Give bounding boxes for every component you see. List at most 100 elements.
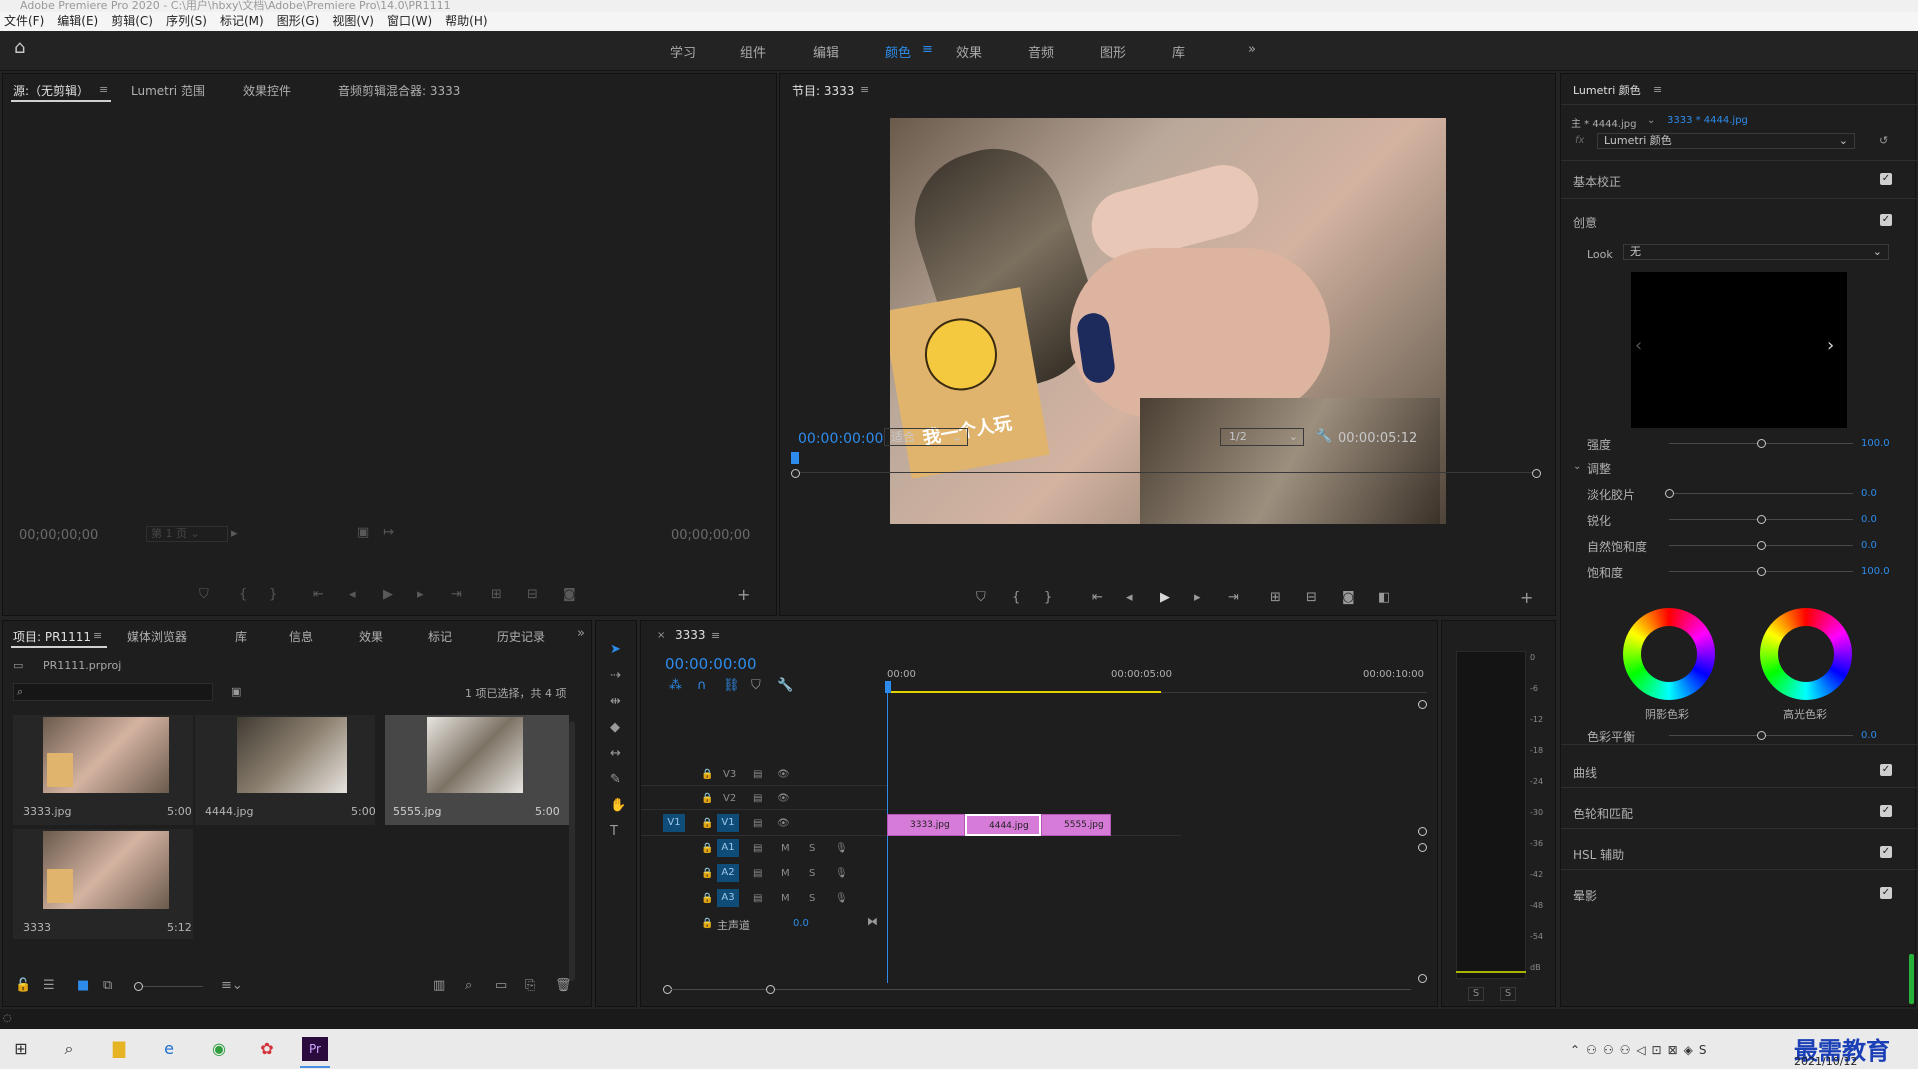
lock-icon[interactable]: 🔓 [15,979,31,993]
menu-edit[interactable]: 编辑(E) [57,14,98,28]
tab-lumetri-scopes[interactable]: Lumetri 范围 [131,82,205,99]
project-item-3333-sequence[interactable]: 3333 5:12 [13,829,193,939]
ripple-edit-tool-icon[interactable]: ⇹ [610,695,621,709]
menu-view[interactable]: 视图(V) [332,14,374,28]
clip-5555-jpg[interactable]: 5555.jpg [1041,814,1111,836]
menu-marker[interactable]: 标记(M) [220,14,264,28]
audio-scroll-bottom-handle[interactable] [1418,974,1427,983]
faded-film-slider[interactable] [1669,493,1853,494]
workspace-assembly[interactable]: 组件 [740,42,766,61]
solo-a3[interactable]: S [809,893,815,904]
voiceover-a1-icon[interactable]: 🎙 [835,843,848,854]
project-search-input[interactable] [13,683,213,701]
adjust-label[interactable]: 调整 [1587,460,1611,477]
eye-v1-icon[interactable]: 👁 [777,818,790,829]
master-track-end-icon[interactable]: ⧓ [867,915,878,929]
source-page-select[interactable]: 第 1 页 ⌄ [146,526,228,542]
thumbnail-size-slider[interactable] [143,986,203,987]
find-icon[interactable]: ⌕ [465,979,472,993]
tint-balance-knob[interactable] [1757,731,1766,740]
lumetri-scrollbar[interactable] [1909,954,1914,1004]
menu-file[interactable]: 文件(F) [4,14,44,28]
look-select[interactable]: 无 ⌄ [1623,244,1889,260]
tab-media-browser[interactable]: 媒体浏览器 [127,628,187,645]
menu-clip[interactable]: 剪辑(C) [111,14,153,28]
master-clip-dropdown-icon[interactable]: ⌄ [1647,114,1655,128]
sync-lock-a1-icon[interactable]: ▤ [753,843,762,854]
lock-track-v1-icon[interactable]: 🔒 [701,818,713,829]
program-panel-menu-icon[interactable]: ≡ [860,83,869,97]
checkbox-basic-correction[interactable]: ✓ [1880,173,1892,185]
source-mark-out-icon[interactable]: } [269,588,277,602]
tab-sequence[interactable]: 3333 [675,628,706,642]
tab-program[interactable]: 节目: 3333 [792,82,854,99]
new-bin-icon[interactable]: ▭ [495,979,507,993]
checkbox-curves[interactable]: ✓ [1880,764,1892,776]
meter-solo-right[interactable]: S [1500,987,1516,1001]
workspace-learn[interactable]: 学习 [670,42,696,61]
program-add-button-icon[interactable]: + [1520,590,1533,606]
voiceover-a3-icon[interactable]: 🎙 [835,893,848,904]
menu-graphics[interactable]: 图形(G) [277,14,320,28]
add-marker-icon[interactable]: ⛉ [976,591,986,605]
timeline-zoom-end-handle[interactable] [766,985,775,994]
windows-start-icon[interactable]: ⊞ [8,1037,34,1061]
lock-track-a3-icon[interactable]: 🔒 [701,893,713,904]
zoom-start-handle[interactable] [791,469,800,478]
checkbox-vignette[interactable]: ✓ [1880,887,1892,899]
saturation-knob[interactable] [1757,567,1766,576]
track-target-a2[interactable]: A2 [717,864,739,882]
video-scroll-bottom-handle[interactable] [1418,827,1427,836]
more-panels-icon[interactable]: » [577,627,585,641]
lock-master-icon[interactable]: 🔒 [701,918,713,929]
solo-a2[interactable]: S [809,868,815,879]
source-marker-icon[interactable]: ⛉ [199,588,209,602]
source-jog-icon[interactable]: ↦ [383,526,394,540]
tab-lumetri-color[interactable]: Lumetri 颜色 [1573,82,1641,98]
source-export-frame-icon[interactable]: ◙ [563,588,576,602]
wrench-icon[interactable]: 🔧 [1316,430,1332,444]
source-goto-out-icon[interactable]: ⇥ [451,588,462,602]
vibrance-knob[interactable] [1757,541,1766,550]
export-frame-icon[interactable]: ◙ [1342,591,1355,605]
project-panel-menu-icon[interactable]: ≡ [93,629,102,643]
faded-film-value[interactable]: 0.0 [1861,488,1877,499]
video-scroll-top-handle[interactable] [1418,700,1427,709]
slip-tool-icon[interactable]: ↔ [610,747,621,761]
shadow-tint-wheel[interactable] [1623,608,1715,700]
automate-to-sequence-icon[interactable]: ▥ [433,979,445,993]
track-target-a3[interactable]: A3 [717,889,739,907]
timeline-marker-icon[interactable]: ⛉ [751,679,761,693]
step-back-icon[interactable]: ◂ [1126,591,1133,605]
source-step-forward-icon[interactable]: ▸ [417,588,424,602]
menu-window[interactable]: 窗口(W) [387,14,432,28]
sharpen-value[interactable]: 0.0 [1861,514,1877,525]
system-tray-icons[interactable]: ⌃⚇⚇⚇◁⊡⊠◈S [1570,1043,1713,1057]
timeline-settings-icon[interactable]: 🔧 [777,679,793,693]
lock-track-a1-icon[interactable]: 🔒 [701,843,713,854]
section-creative[interactable]: 创意 [1573,214,1597,231]
mute-a3[interactable]: M [781,893,790,904]
section-hsl-secondary[interactable]: HSL 辅助 [1573,846,1624,863]
sequence-clip-label[interactable]: 3333 * 4444.jpg [1667,115,1748,126]
resolution-select[interactable]: 1/2 ⌄ [1220,428,1304,446]
panel-menu-icon[interactable]: ≡ [99,83,108,97]
voiceover-a2-icon[interactable]: 🎙 [835,868,848,879]
play-icon[interactable]: ▶ [1160,591,1170,605]
go-to-out-icon[interactable]: ⇥ [1228,591,1239,605]
source-mark-in-icon[interactable]: { [239,588,247,602]
source-overwrite-icon[interactable]: ⊟ [527,588,538,602]
go-to-in-icon[interactable]: ⇤ [1092,591,1103,605]
workspace-editing[interactable]: 编辑 [813,42,839,61]
sync-lock-v1-icon[interactable]: ▤ [753,818,762,829]
workspace-audio[interactable]: 音频 [1028,42,1054,61]
timeline-panel-menu-icon[interactable]: ≡ [711,629,720,643]
audio-scroll-top-handle[interactable] [1418,843,1427,852]
tab-info[interactable]: 信息 [289,628,313,645]
project-item-4444-jpg[interactable]: 4444.jpg 5:00 [195,715,376,825]
premiere-pro-icon[interactable]: Pr [302,1037,328,1061]
reset-effect-icon[interactable]: ↺ [1879,134,1888,148]
project-scrollbar[interactable] [569,721,575,981]
program-playhead[interactable] [791,452,799,464]
work-area-bar[interactable] [887,691,1161,693]
